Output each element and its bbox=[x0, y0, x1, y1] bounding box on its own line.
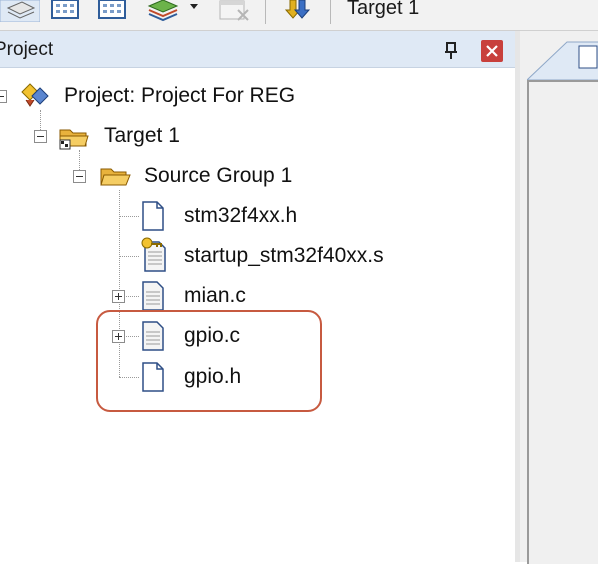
collapse-toggle[interactable] bbox=[0, 90, 7, 103]
folder-open-icon bbox=[100, 168, 131, 186]
expand-toggle[interactable] bbox=[112, 290, 125, 303]
toolbar-separator bbox=[265, 0, 266, 24]
collapse-toggle[interactable] bbox=[34, 130, 47, 143]
tree-item-file[interactable]: startup_stm32f40xx.s bbox=[0, 237, 420, 272]
close-button[interactable] bbox=[481, 40, 503, 62]
file-icon bbox=[578, 45, 598, 69]
disabled-window-button[interactable] bbox=[218, 0, 252, 22]
tree-item-target[interactable]: Target 1 bbox=[0, 120, 300, 152]
dropdown-arrow-icon bbox=[190, 4, 198, 9]
panel-title: Project bbox=[0, 39, 54, 60]
highlight-annotation bbox=[96, 310, 322, 412]
download-icon bbox=[284, 0, 311, 19]
project-icon bbox=[21, 83, 49, 107]
layers-dropdown[interactable] bbox=[188, 0, 200, 22]
toolbar: Target 1 bbox=[0, 0, 598, 31]
tree-item-label: startup_stm32f40xx.s bbox=[184, 244, 384, 267]
tree-item-label: mian.c bbox=[184, 284, 246, 307]
tree-item-source-group[interactable]: Source Group 1 bbox=[0, 160, 330, 192]
c-file-icon bbox=[142, 281, 164, 311]
tree-item-file[interactable]: stm32f4xx.h bbox=[0, 200, 340, 232]
tree-item-label: Project: Project For REG bbox=[64, 84, 296, 107]
batch-build-icon bbox=[51, 0, 79, 19]
batch-build-button[interactable] bbox=[50, 0, 80, 22]
stack-icon bbox=[0, 0, 41, 23]
download-button[interactable] bbox=[284, 0, 314, 22]
toolbar-separator bbox=[330, 0, 331, 24]
target-select[interactable]: Target 1 bbox=[347, 0, 419, 20]
tree-item-label: stm32f4xx.h bbox=[184, 204, 298, 227]
editor-document[interactable] bbox=[527, 80, 598, 564]
tree-item-project[interactable]: Project: Project For REG bbox=[0, 80, 360, 112]
pin-icon[interactable] bbox=[444, 42, 458, 60]
project-panel-header: Project bbox=[0, 31, 515, 68]
layers-icon bbox=[147, 0, 179, 22]
stack-button[interactable] bbox=[0, 0, 41, 23]
tree-item-file[interactable]: mian.c bbox=[0, 280, 300, 312]
editor-tab[interactable] bbox=[527, 36, 598, 80]
close-icon bbox=[486, 45, 498, 57]
target-folder-icon bbox=[59, 129, 89, 150]
tree-item-label: Target 1 bbox=[104, 124, 180, 147]
layers-button[interactable] bbox=[146, 0, 180, 22]
disabled-window-icon bbox=[219, 0, 249, 21]
tree-item-label: Source Group 1 bbox=[144, 164, 293, 187]
collapse-toggle[interactable] bbox=[73, 170, 86, 183]
header-file-icon bbox=[142, 201, 164, 231]
rebuild-button[interactable] bbox=[97, 0, 127, 22]
asm-file-key-icon bbox=[141, 237, 166, 272]
rebuild-icon bbox=[98, 0, 126, 19]
